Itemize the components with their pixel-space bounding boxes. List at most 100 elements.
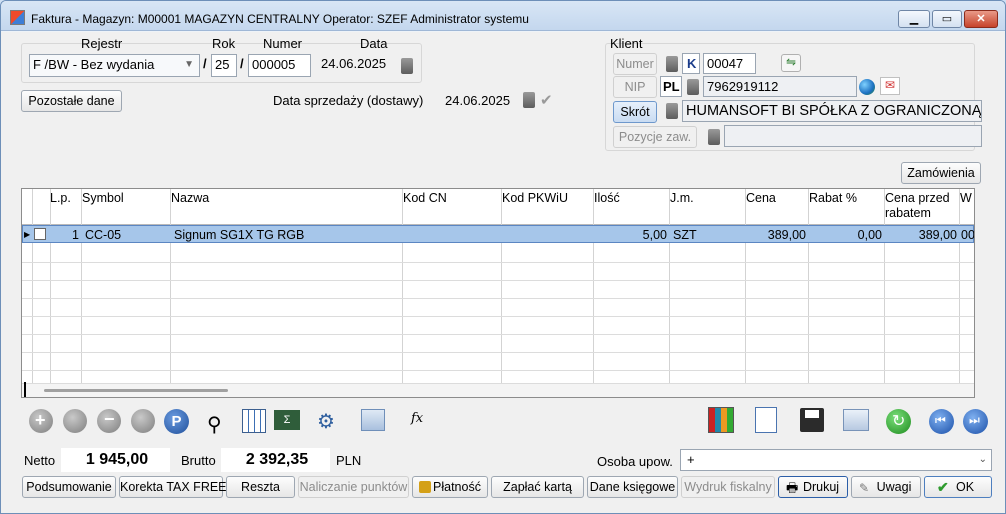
cell-cena-przed: 389,00 [918, 228, 957, 242]
col-ilosc[interactable]: Ilość [594, 191, 620, 206]
mail-icon[interactable]: ✉ [880, 77, 900, 95]
reszta-button[interactable]: Reszta [226, 476, 295, 498]
col-rabat[interactable]: Rabat % [809, 191, 857, 206]
netto-value: 1 945,00 [61, 448, 170, 472]
table-row-empty[interactable] [22, 281, 974, 299]
col-lp[interactable]: L.p. [50, 191, 71, 206]
binoculars-icon[interactable]: ⚲ [207, 412, 222, 437]
cell-lp: 1 [72, 228, 79, 242]
table-icon[interactable] [242, 409, 266, 433]
pozycje-picker-icon[interactable] [708, 129, 720, 145]
rejestr-label: Rejestr [81, 36, 123, 51]
coins-icon [419, 481, 431, 493]
numer-label: Numer [263, 36, 303, 51]
close-button[interactable]: ✕ [964, 10, 998, 28]
col-cena[interactable]: Cena [746, 191, 776, 206]
client-numer-button[interactable]: Numer [613, 53, 657, 75]
calendar-sale-icon[interactable] [523, 92, 535, 108]
client-skrot-button[interactable]: Skrót [613, 101, 657, 123]
cell-w: 00 [961, 228, 975, 242]
client-type-field[interactable]: K [682, 53, 700, 74]
document-icon[interactable] [755, 407, 777, 433]
drukuj-label: Drukuj [802, 480, 840, 494]
wydruk-fiskalny-button[interactable]: Wydruk fiskalny [681, 476, 775, 498]
pozostale-dane-button[interactable]: Pozostałe dane [21, 90, 122, 112]
zamowienia-button[interactable]: Zamówienia [901, 162, 981, 184]
currency-label: PLN [336, 453, 362, 468]
dane-ksiegowe-button[interactable]: Dane księgowe [587, 476, 678, 498]
function-icon[interactable]: fx [411, 411, 423, 426]
platnosc-button[interactable]: Płatność [412, 476, 488, 498]
numer-separator: / [240, 56, 244, 71]
table-row-empty[interactable] [22, 299, 974, 317]
items-grid[interactable]: L.p. Symbol Nazwa Kod CN Kod PKWiU Ilość… [21, 188, 975, 398]
col-kod-cn[interactable]: Kod CN [403, 191, 447, 206]
drukuj-button[interactable]: 🖶 Drukuj [778, 476, 848, 498]
skrot-field[interactable]: HUMANSOFT BI SPÓŁKA Z OGRANICZONĄ [682, 100, 982, 122]
sum-icon[interactable]: Σ [274, 410, 300, 430]
edit-check-icon[interactable] [131, 409, 155, 433]
table-row-empty[interactable] [22, 245, 974, 263]
col-jm[interactable]: J.m. [670, 191, 694, 206]
refresh-icon[interactable]: ↻ [886, 409, 911, 434]
podsumowanie-button[interactable]: Podsumowanie [22, 476, 116, 498]
ok-check-icon: ✔ [937, 479, 949, 495]
add-icon[interactable]: + [29, 409, 53, 433]
col-kod-pkwiu[interactable]: Kod PKWiU [502, 191, 568, 206]
first-record-icon[interactable]: ⏮ [929, 409, 954, 434]
col-cena-przed[interactable]: Cena przed rabatem [885, 191, 960, 221]
remove-icon[interactable]: − [97, 409, 121, 433]
skrot-picker-icon[interactable] [666, 103, 678, 119]
korekta-tax-free-button[interactable]: Korekta TAX FREE [119, 476, 227, 498]
save-icon[interactable] [800, 408, 824, 432]
gears-icon[interactable]: ⚙ [317, 409, 343, 435]
col-w[interactable]: W [960, 191, 972, 206]
col-nazwa[interactable]: Nazwa [171, 191, 209, 206]
uwagi-button[interactable]: ✎ Uwagi [851, 476, 921, 498]
col-symbol[interactable]: Symbol [82, 191, 124, 206]
zoom-icon[interactable] [63, 409, 87, 433]
rok-separator: / [203, 56, 207, 71]
ok-button[interactable]: ✔ OK [924, 476, 992, 498]
last-record-icon[interactable]: ⏭ [963, 409, 988, 434]
check-icon[interactable]: ✔ [540, 91, 553, 109]
pozycje-field[interactable] [724, 125, 982, 147]
numer-field[interactable]: 000005 [248, 54, 311, 77]
report-chart-icon[interactable] [708, 407, 734, 433]
row-checkbox[interactable] [34, 228, 46, 240]
table-row-empty[interactable] [22, 335, 974, 353]
p-icon[interactable]: P [164, 409, 189, 434]
link-icon[interactable]: ⇋ [781, 54, 801, 72]
nip-prefix-field[interactable]: PL [660, 76, 682, 97]
cell-symbol: CC-05 [85, 228, 122, 242]
windows-icon[interactable] [843, 409, 869, 431]
globe-icon[interactable] [859, 79, 875, 95]
brutto-value: 2 392,35 [221, 448, 330, 472]
window-chart-icon[interactable] [361, 409, 385, 431]
numer-picker-icon[interactable] [666, 56, 678, 72]
rok-field[interactable]: 25 [211, 54, 237, 77]
client-numer-field[interactable]: 00047 [703, 53, 756, 74]
data-value: 24.06.2025 [321, 56, 387, 71]
maximize-button[interactable]: ▭ [932, 10, 962, 28]
osoba-upow-select[interactable]: + ⌄ [680, 449, 992, 471]
nip-picker-icon[interactable] [687, 79, 699, 95]
pozycje-zaw-button[interactable]: Pozycje zaw. [613, 126, 697, 148]
data-label: Data [360, 36, 388, 51]
nip-field[interactable]: 7962919112 [703, 76, 857, 97]
table-row[interactable]: ▶ 1 CC-05 Signum SG1X TG RGB 5,00 SZT 38… [22, 225, 974, 243]
minimize-button[interactable]: ▁ [898, 10, 930, 28]
netto-label: Netto [24, 453, 56, 468]
zaplac-karta-button[interactable]: Zapłać kartą [491, 476, 584, 498]
scrollbar-thumb[interactable] [44, 389, 228, 392]
naliczanie-punktow-button[interactable]: Naliczanie punktów [298, 476, 409, 498]
cell-rabat: 0,00 [857, 228, 882, 242]
table-row-empty[interactable] [22, 317, 974, 335]
calendar-icon[interactable] [401, 58, 413, 74]
table-row-empty[interactable] [22, 353, 974, 371]
horizontal-scrollbar[interactable] [22, 382, 974, 397]
client-nip-button[interactable]: NIP [613, 76, 657, 98]
table-row-empty[interactable] [22, 263, 974, 281]
note-icon: ✎ [859, 481, 870, 495]
rejestr-select[interactable]: F /BW - Bez wydania ▼ [29, 54, 200, 77]
